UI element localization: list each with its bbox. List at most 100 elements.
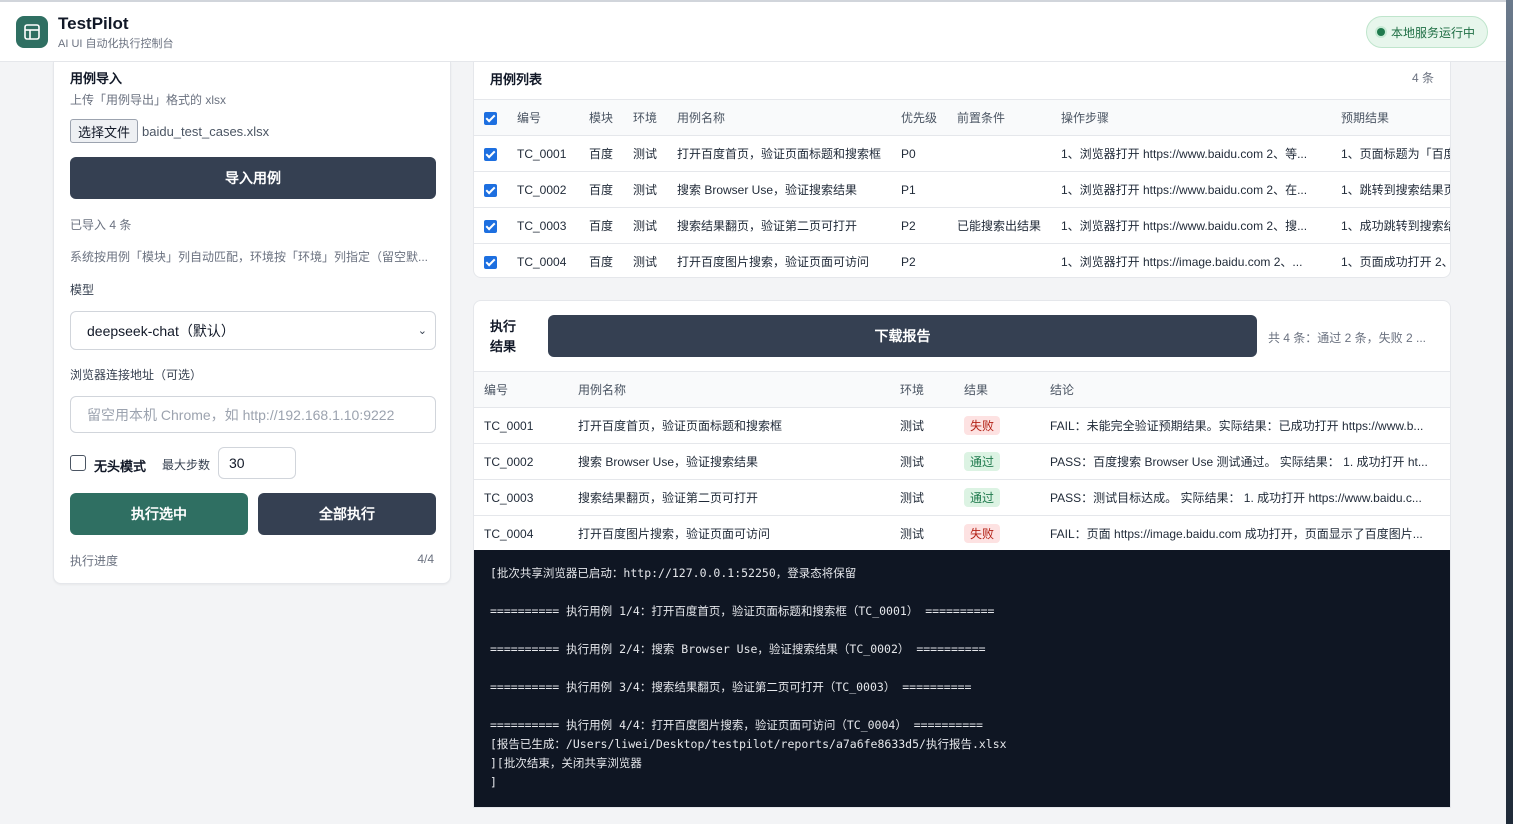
- log-line: ][批次结束，关闭共享浏览器: [490, 756, 642, 770]
- case-row[interactable]: TC_0004 百度 测试 打开百度图片搜索，验证页面可访问 P2 1、浏览器打…: [474, 243, 1450, 277]
- case-steps: 1、浏览器打开 https://www.baidu.com 2、搜...: [1061, 207, 1341, 244]
- case-row[interactable]: TC_0001 百度 测试 打开百度首页，验证页面标题和搜索框 P0 1、浏览器…: [474, 135, 1450, 172]
- import-hint: 上传「用例导出」格式的 xlsx: [70, 93, 227, 107]
- case-table-header: 编号 模块 环境 用例名称 优先级 前置条件 操作步骤 预期结果: [474, 99, 1450, 136]
- case-steps: 1、浏览器打开 https://image.baidu.com 2、...: [1061, 243, 1341, 277]
- download-report-button[interactable]: 下载报告: [548, 315, 1257, 357]
- row-checkbox[interactable]: [484, 147, 497, 161]
- case-id: TC_0003: [517, 207, 589, 244]
- col-header-expected: 预期结果: [1341, 99, 1450, 136]
- case-list-title: 用例列表: [490, 72, 543, 87]
- app-logo-icon: [16, 16, 48, 48]
- app-header: TestPilot AI UI 自动化执行控制台 本地服务运行中: [0, 2, 1506, 62]
- progress-value: 4/4: [417, 552, 434, 566]
- case-priority: P1: [901, 171, 957, 208]
- results-table-header: 编号 用例名称 环境 结果 结论: [474, 371, 1450, 408]
- results-panel: 执行结果 下载报告 共 4 条：通过 2 条，失败 2 ... 编号 用例名称 …: [473, 300, 1451, 808]
- execution-log-console[interactable]: [批次共享浏览器已启动：http://127.0.0.1:52250，登录态将保…: [474, 550, 1450, 807]
- result-conclusion: PASS：百度搜索 Browser Use 测试通过。 实际结果： 1. 成功打…: [1050, 443, 1450, 480]
- case-env: 测试: [633, 135, 677, 172]
- max-steps-label: 最大步数: [162, 458, 211, 472]
- result-row[interactable]: TC_0001 打开百度首页，验证页面标题和搜索框 测试 失败 FAIL：未能完…: [474, 407, 1450, 444]
- res-col-id: 编号: [474, 371, 578, 408]
- result-status-badge: 通过: [964, 488, 1001, 507]
- case-env: 测试: [633, 207, 677, 244]
- result-name: 搜索结果翻页，验证第二页可打开: [578, 479, 900, 516]
- case-precondition: [957, 171, 1061, 208]
- status-dot-icon: [1376, 28, 1385, 36]
- col-header-precondition: 前置条件: [957, 99, 1061, 136]
- imported-count-text: 已导入 4 条: [70, 218, 132, 232]
- result-name: 打开百度图片搜索，验证页面可访问: [578, 515, 900, 552]
- headless-checkbox[interactable]: [70, 455, 86, 471]
- result-id: TC_0001: [474, 407, 578, 444]
- result-row[interactable]: TC_0004 打开百度图片搜索，验证页面可访问 测试 失败 FAIL：页面 h…: [474, 515, 1450, 552]
- app-subtitle: AI UI 自动化执行控制台: [58, 38, 174, 50]
- res-col-name: 用例名称: [578, 371, 900, 408]
- case-expected: 1、成功跳转到搜索结: [1341, 207, 1450, 244]
- case-list-panel: 用例列表 4 条 编号 模块 环境 用例名称 优先级 前置条件 操作步骤 预期结…: [473, 62, 1451, 278]
- col-header-id: 编号: [517, 99, 589, 136]
- log-line: [报告已生成：/Users/liwei/Desktop/testpilot/re…: [490, 737, 1007, 751]
- result-env: 测试: [900, 479, 964, 516]
- res-col-env: 环境: [900, 371, 964, 408]
- case-row[interactable]: TC_0003 百度 测试 搜索结果翻页，验证第二页可打开 P2 已能搜索出结果…: [474, 207, 1450, 244]
- progress-label: 执行进度: [70, 554, 119, 568]
- browser-url-label: 浏览器连接地址（可选）: [70, 368, 203, 382]
- case-precondition: [957, 243, 1061, 277]
- selected-file-name: baidu_test_cases.xlsx: [142, 124, 270, 139]
- import-cases-button[interactable]: 导入用例: [70, 157, 436, 199]
- log-line: ========== 执行用例 3/4：搜索结果翻页，验证第二页可打开（TC_0…: [490, 680, 972, 694]
- res-col-conclusion: 结论: [1050, 371, 1450, 408]
- model-select[interactable]: deepseek-chat（默认） ⌄: [70, 311, 436, 350]
- case-name: 搜索结果翻页，验证第二页可打开: [677, 207, 901, 244]
- choose-file-button[interactable]: 选择文件: [70, 119, 139, 143]
- case-row[interactable]: TC_0002 百度 测试 搜索 Browser Use，验证搜索结果 P1 1…: [474, 171, 1450, 208]
- case-precondition: [957, 135, 1061, 172]
- run-selected-button[interactable]: 执行选中: [70, 493, 248, 535]
- row-checkbox[interactable]: [484, 219, 497, 233]
- results-summary: 共 4 条：通过 2 条，失败 2 ...: [1267, 331, 1426, 345]
- row-checkbox[interactable]: [484, 255, 497, 269]
- result-id: TC_0004: [474, 515, 578, 552]
- module-match-hint: 系统按用例「模块」列自动匹配，环境按「环境」列指定（留空默...: [70, 250, 429, 264]
- app-title: TestPilot: [58, 14, 129, 33]
- col-header-steps: 操作步骤: [1061, 99, 1341, 136]
- model-label: 模型: [70, 283, 95, 297]
- case-list-count: 4 条: [1411, 71, 1434, 85]
- import-panel: 用例导入 上传「用例导出」格式的 xlsx 选择文件 baidu_test_ca…: [53, 62, 451, 584]
- select-all-checkbox[interactable]: [484, 111, 497, 125]
- case-priority: P2: [901, 243, 957, 277]
- case-module: 百度: [589, 171, 633, 208]
- case-id: TC_0004: [517, 243, 589, 277]
- case-name: 打开百度首页，验证页面标题和搜索框: [677, 135, 901, 172]
- result-name: 搜索 Browser Use，验证搜索结果: [578, 443, 900, 480]
- result-conclusion: FAIL：页面 https://image.baidu.com 成功打开，页面显…: [1050, 515, 1450, 552]
- result-row[interactable]: TC_0003 搜索结果翻页，验证第二页可打开 测试 通过 PASS：测试目标达…: [474, 479, 1450, 516]
- result-status-badge: 失败: [964, 416, 1001, 435]
- result-conclusion: PASS：测试目标达成。 实际结果： 1. 成功打开 https://www.b…: [1050, 479, 1450, 516]
- results-table: 编号 用例名称 环境 结果 结论 TC_0001 打开百度首页，验证页面标题和搜…: [474, 371, 1450, 552]
- result-row[interactable]: TC_0002 搜索 Browser Use，验证搜索结果 测试 通过 PASS…: [474, 443, 1450, 480]
- result-name: 打开百度首页，验证页面标题和搜索框: [578, 407, 900, 444]
- case-module: 百度: [589, 243, 633, 277]
- result-id: TC_0002: [474, 443, 578, 480]
- browser-url-input[interactable]: [70, 396, 436, 433]
- case-priority: P2: [901, 207, 957, 244]
- service-status-badge: 本地服务运行中: [1365, 16, 1488, 48]
- res-col-result: 结果: [964, 371, 1050, 408]
- log-line: ========== 执行用例 2/4：搜索 Browser Use，验证搜索结…: [490, 642, 986, 656]
- max-steps-input[interactable]: [218, 447, 296, 479]
- case-precondition: 已能搜索出结果: [957, 207, 1061, 244]
- run-all-button[interactable]: 全部执行: [258, 493, 436, 535]
- result-status-badge: 失败: [964, 524, 1001, 543]
- log-line: [批次共享浏览器已启动：http://127.0.0.1:52250，登录态将保…: [490, 566, 857, 580]
- case-module: 百度: [589, 207, 633, 244]
- chevron-down-icon: ⌄: [417, 325, 427, 337]
- row-checkbox[interactable]: [484, 183, 497, 197]
- case-id: TC_0002: [517, 171, 589, 208]
- case-env: 测试: [633, 171, 677, 208]
- result-env: 测试: [900, 443, 964, 480]
